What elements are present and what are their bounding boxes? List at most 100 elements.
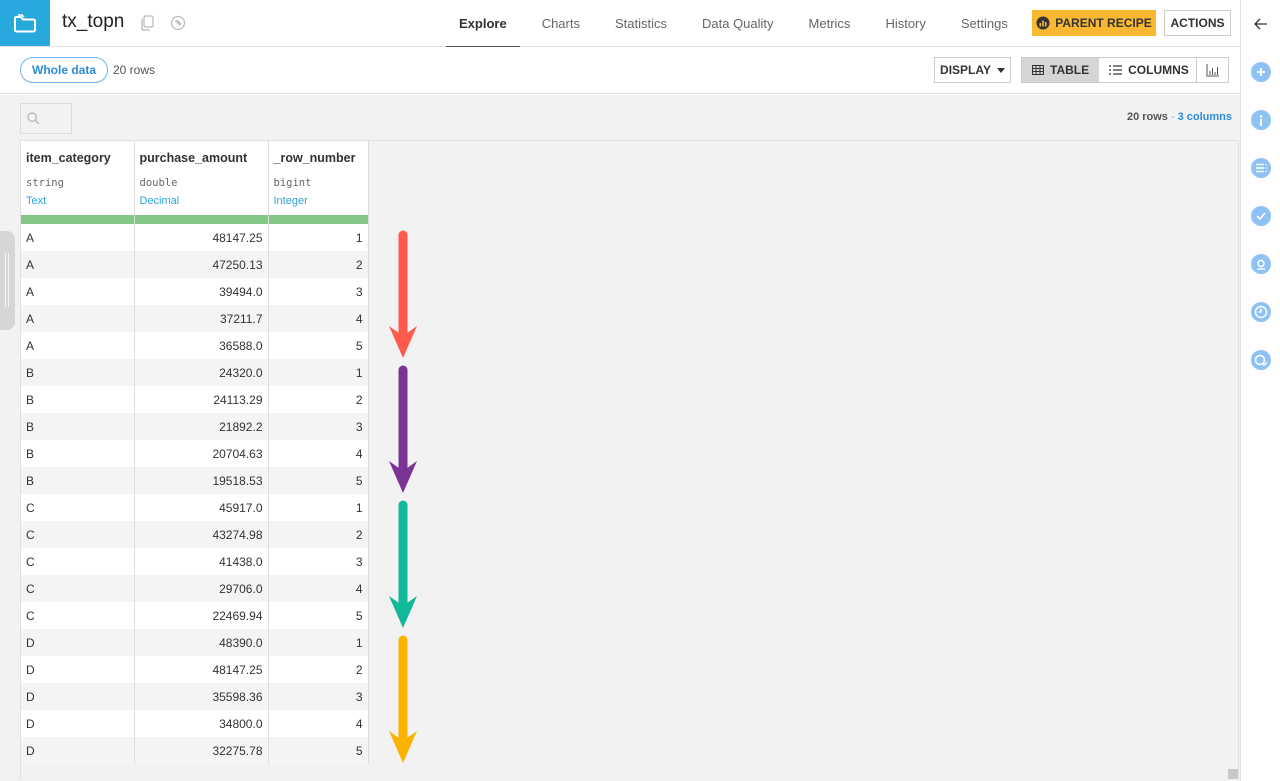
- cell-item-category[interactable]: C: [21, 548, 135, 575]
- cell-row-number[interactable]: 2: [268, 251, 369, 278]
- actions-button[interactable]: ACTIONS: [1164, 10, 1231, 36]
- info-icon[interactable]: [1251, 110, 1271, 130]
- table-row: A 37211.7 4: [21, 305, 369, 332]
- quality-bar[interactable]: [134, 215, 268, 224]
- columns-view-button[interactable]: COLUMNS: [1099, 58, 1199, 82]
- plus-icon[interactable]: [1251, 62, 1271, 82]
- cell-purchase-amount[interactable]: 48390.0: [134, 629, 269, 656]
- cell-row-number[interactable]: 4: [268, 440, 369, 467]
- cell-purchase-amount[interactable]: 36588.0: [134, 332, 269, 359]
- cell-row-number[interactable]: 1: [268, 494, 369, 521]
- cell-row-number[interactable]: 2: [268, 656, 369, 683]
- cell-purchase-amount[interactable]: 47250.13: [134, 251, 269, 278]
- resize-handle[interactable]: [1228, 769, 1238, 779]
- tab-settings[interactable]: Settings: [948, 0, 1021, 47]
- cell-purchase-amount[interactable]: 39494.0: [134, 278, 269, 305]
- cell-item-category[interactable]: B: [21, 359, 135, 386]
- cell-item-category[interactable]: A: [21, 332, 135, 359]
- cell-row-number[interactable]: 1: [268, 629, 369, 656]
- table-view-button[interactable]: TABLE: [1022, 58, 1100, 82]
- cell-purchase-amount[interactable]: 48147.25: [134, 224, 269, 251]
- cell-row-number[interactable]: 3: [268, 548, 369, 575]
- cell-row-number[interactable]: 5: [268, 737, 369, 764]
- cell-purchase-amount[interactable]: 45917.0: [134, 494, 269, 521]
- quality-bar[interactable]: [268, 215, 368, 224]
- cell-item-category[interactable]: C: [21, 575, 135, 602]
- cell-purchase-amount[interactable]: 37211.7: [134, 305, 269, 332]
- cell-row-number[interactable]: 4: [268, 305, 369, 332]
- cell-item-category[interactable]: C: [21, 494, 135, 521]
- column-meaning[interactable]: Integer: [274, 195, 363, 207]
- cell-purchase-amount[interactable]: 20704.63: [134, 440, 269, 467]
- cell-row-number[interactable]: 1: [268, 359, 369, 386]
- summary-columns-link[interactable]: 3 columns: [1178, 111, 1232, 123]
- cell-purchase-amount[interactable]: 22469.94: [134, 602, 269, 629]
- cell-row-number[interactable]: 2: [268, 386, 369, 413]
- cell-row-number[interactable]: 4: [268, 575, 369, 602]
- cell-item-category[interactable]: B: [21, 440, 135, 467]
- cell-item-category[interactable]: A: [21, 251, 135, 278]
- cell-purchase-amount[interactable]: 35598.36: [134, 683, 269, 710]
- cell-item-category[interactable]: C: [21, 521, 135, 548]
- display-dropdown[interactable]: DISPLAY: [934, 57, 1011, 83]
- parent-recipe-button[interactable]: PARENT RECIPE: [1032, 10, 1156, 36]
- column-header-purchase-amount[interactable]: purchase_amount double Decimal: [134, 141, 269, 224]
- cell-row-number[interactable]: 3: [268, 683, 369, 710]
- compass-icon[interactable]: [169, 14, 187, 32]
- charts-button[interactable]: [1196, 57, 1229, 83]
- cell-item-category[interactable]: D: [21, 656, 135, 683]
- cell-item-category[interactable]: A: [21, 305, 135, 332]
- cell-item-category[interactable]: D: [21, 710, 135, 737]
- copy-icon[interactable]: [138, 14, 156, 32]
- back-arrow-icon[interactable]: [1251, 14, 1271, 34]
- cell-item-category[interactable]: C: [21, 602, 135, 629]
- cell-purchase-amount[interactable]: 19518.53: [134, 467, 269, 494]
- cell-purchase-amount[interactable]: 24113.29: [134, 386, 269, 413]
- cell-purchase-amount[interactable]: 21892.2: [134, 413, 269, 440]
- tab-history[interactable]: History: [872, 0, 938, 47]
- cell-purchase-amount[interactable]: 32275.78: [134, 737, 269, 764]
- cell-row-number[interactable]: 3: [268, 413, 369, 440]
- clock-icon[interactable]: [1251, 302, 1271, 322]
- column-meaning[interactable]: Text: [26, 195, 129, 207]
- cell-purchase-amount[interactable]: 41438.0: [134, 548, 269, 575]
- dataset-folder-icon[interactable]: [0, 0, 50, 46]
- cell-item-category[interactable]: B: [21, 386, 135, 413]
- cell-purchase-amount[interactable]: 48147.25: [134, 656, 269, 683]
- cell-item-category[interactable]: D: [21, 737, 135, 764]
- cell-item-category[interactable]: A: [21, 224, 135, 251]
- left-panel-drag-handle[interactable]: [0, 231, 15, 330]
- columns-view-label: COLUMNS: [1128, 63, 1189, 77]
- discussion-icon[interactable]: [1251, 350, 1271, 370]
- tab-data-quality[interactable]: Data Quality: [689, 0, 787, 47]
- column-meaning[interactable]: Decimal: [140, 195, 263, 207]
- cell-item-category[interactable]: A: [21, 278, 135, 305]
- cell-purchase-amount[interactable]: 24320.0: [134, 359, 269, 386]
- cell-row-number[interactable]: 3: [268, 278, 369, 305]
- lab-icon[interactable]: [1251, 254, 1271, 274]
- cell-item-category[interactable]: B: [21, 467, 135, 494]
- cell-row-number[interactable]: 5: [268, 332, 369, 359]
- cell-row-number[interactable]: 2: [268, 521, 369, 548]
- tab-metrics[interactable]: Metrics: [796, 0, 864, 47]
- cell-item-category[interactable]: D: [21, 629, 135, 656]
- tab-charts[interactable]: Charts: [529, 0, 593, 47]
- cell-row-number[interactable]: 4: [268, 710, 369, 737]
- cell-purchase-amount[interactable]: 43274.98: [134, 521, 269, 548]
- list-icon[interactable]: [1251, 158, 1271, 178]
- tab-explore[interactable]: Explore: [446, 0, 520, 48]
- cell-purchase-amount[interactable]: 29706.0: [134, 575, 269, 602]
- column-header-item-category[interactable]: item_category string Text: [21, 141, 135, 224]
- cell-row-number[interactable]: 1: [268, 224, 369, 251]
- cell-row-number[interactable]: 5: [268, 467, 369, 494]
- cell-item-category[interactable]: D: [21, 683, 135, 710]
- quality-bar[interactable]: [21, 215, 134, 224]
- tab-statistics[interactable]: Statistics: [602, 0, 680, 47]
- cell-purchase-amount[interactable]: 34800.0: [134, 710, 269, 737]
- sample-button[interactable]: Whole data: [20, 57, 109, 83]
- cell-item-category[interactable]: B: [21, 413, 135, 440]
- check-icon[interactable]: [1251, 206, 1271, 226]
- column-header-row-number[interactable]: _row_number bigint Integer: [268, 141, 369, 224]
- cell-row-number[interactable]: 5: [268, 602, 369, 629]
- search-input[interactable]: [20, 103, 72, 134]
